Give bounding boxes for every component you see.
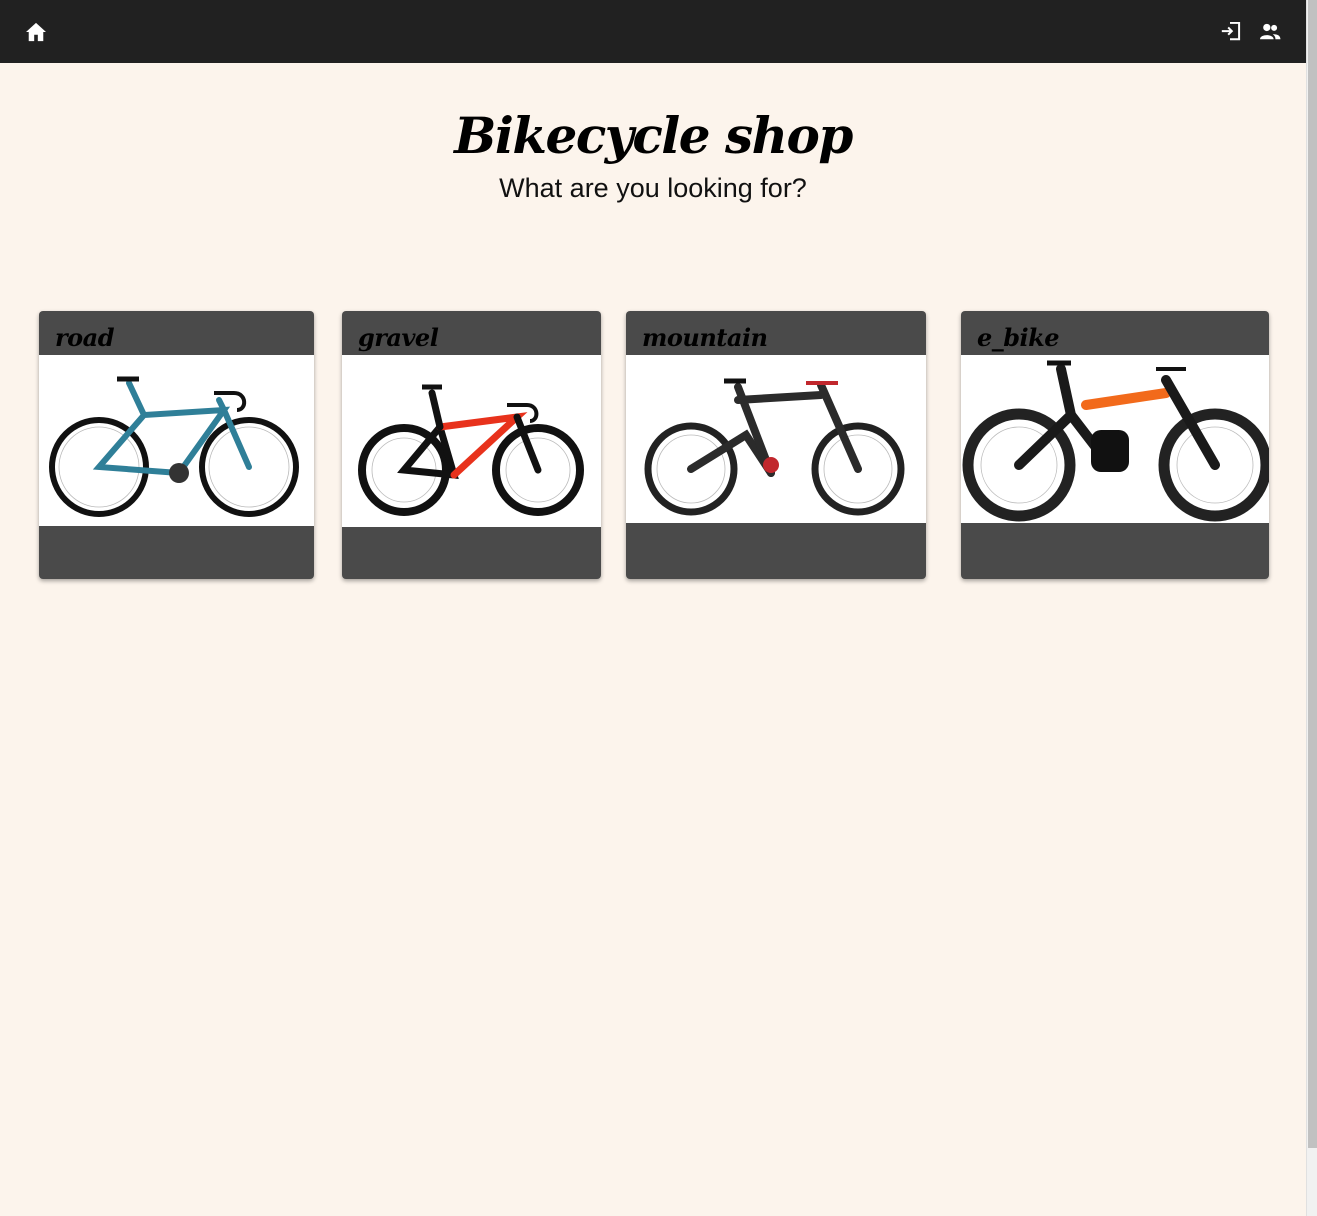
scrollbar-thumb[interactable]: [1308, 0, 1317, 1148]
category-title: mountain: [642, 323, 768, 352]
page-title: Bikecycle shop: [454, 106, 853, 165]
category-card-road[interactable]: road: [39, 311, 314, 579]
category-title: road: [55, 323, 114, 352]
category-title: gravel: [358, 323, 439, 352]
bike-image-road: [39, 355, 314, 526]
page-subtitle: What are you looking for?: [499, 173, 807, 203]
hero-section: Bikecycle shop What are you looking for?: [0, 100, 1306, 204]
category-card-e-bike[interactable]: e_bike: [961, 311, 1269, 579]
category-card-mountain[interactable]: mountain: [626, 311, 926, 579]
home-icon[interactable]: [24, 20, 48, 44]
users-icon[interactable]: [1258, 20, 1282, 44]
bike-image-e-bike: [961, 355, 1269, 523]
bike-image-mountain: [626, 355, 926, 523]
page-scrollbar[interactable]: [1306, 0, 1317, 1216]
category-card-gravel[interactable]: gravel: [342, 311, 601, 579]
top-app-bar: [0, 0, 1306, 63]
login-icon[interactable]: [1218, 20, 1242, 44]
bike-image-gravel: [342, 355, 601, 527]
category-title: e_bike: [977, 323, 1060, 352]
